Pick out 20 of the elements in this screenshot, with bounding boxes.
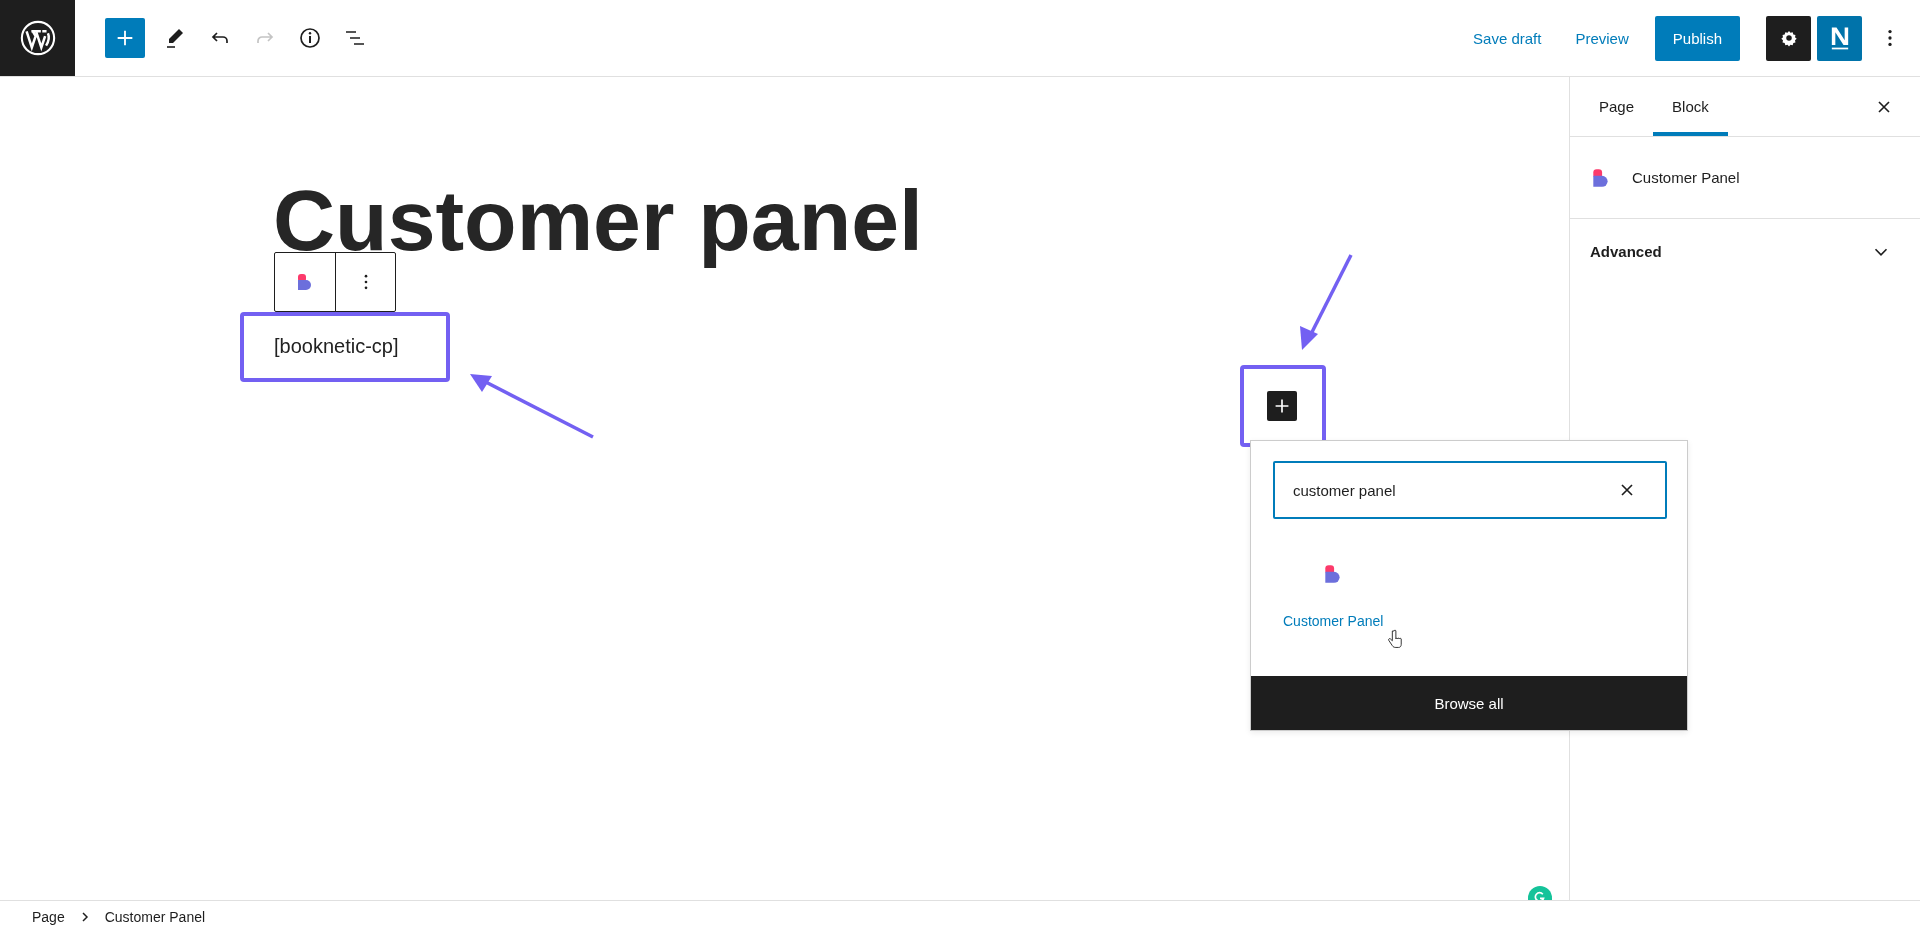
add-block-button[interactable] bbox=[1267, 391, 1297, 421]
block-result-item[interactable]: Customer Panel bbox=[1279, 559, 1388, 633]
block-name: Customer Panel bbox=[1632, 169, 1740, 186]
plugin-button[interactable] bbox=[1817, 15, 1862, 61]
save-draft-button[interactable]: Save draft bbox=[1459, 19, 1556, 57]
sidebar-tab[interactable]: Page bbox=[1580, 77, 1654, 136]
wordpress-logo[interactable] bbox=[0, 0, 75, 76]
hand-cursor-icon bbox=[1387, 629, 1403, 649]
publish-button[interactable]: Publish bbox=[1654, 15, 1740, 61]
preview-button[interactable]: Preview bbox=[1561, 19, 1643, 57]
sidebar-tab[interactable]: Block bbox=[1653, 77, 1728, 136]
breadcrumb-item[interactable]: Customer Panel bbox=[104, 908, 206, 925]
settings-button[interactable] bbox=[1766, 15, 1811, 61]
browse-all-button[interactable]: Browse all bbox=[1251, 676, 1687, 730]
shortcode-block[interactable]: [booknetic-cp] bbox=[240, 311, 450, 382]
panel-toggle[interactable]: Advanced bbox=[1570, 219, 1920, 285]
search-field[interactable]: customer panel bbox=[1273, 461, 1667, 519]
block-label: Customer Panel bbox=[1283, 613, 1384, 629]
page-title[interactable]: Customer panel bbox=[273, 173, 923, 268]
breadcrumb-item[interactable]: Page bbox=[32, 908, 65, 925]
